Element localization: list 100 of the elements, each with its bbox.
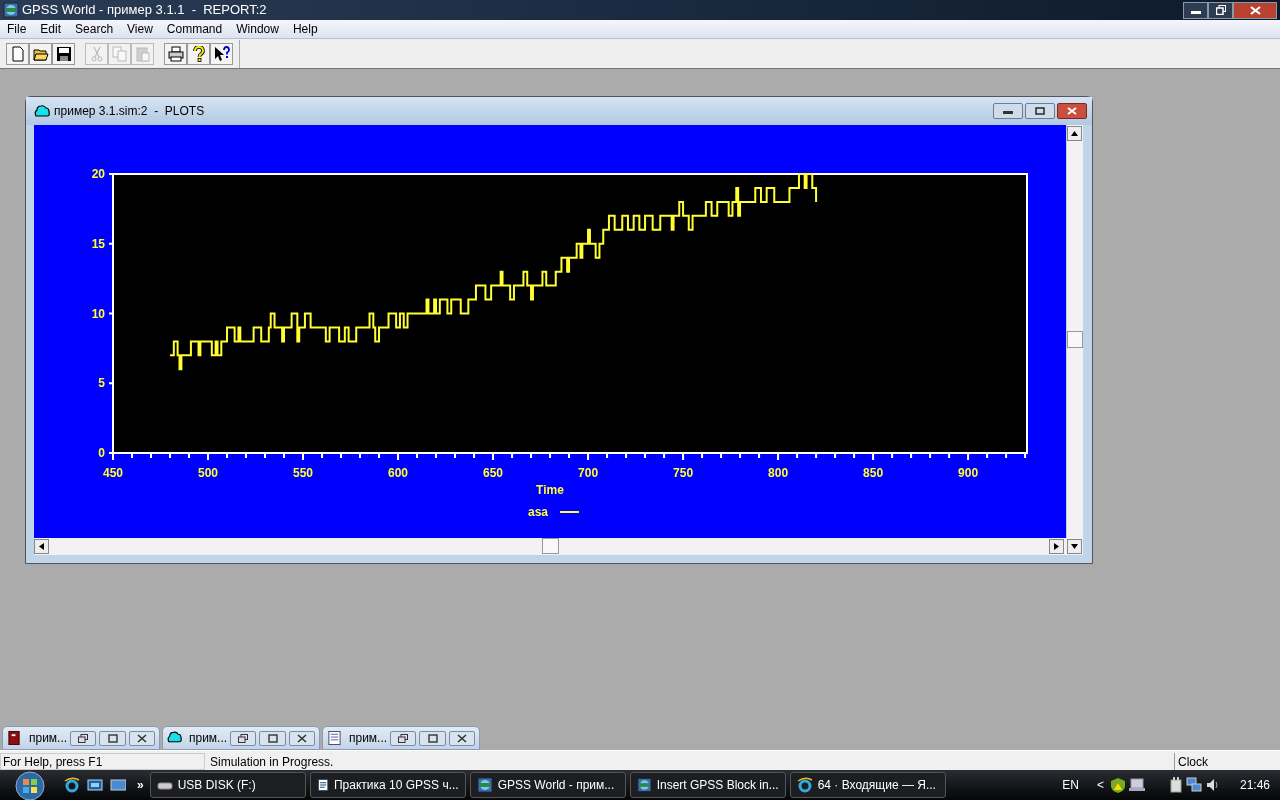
- clock-time: 21:46: [1239, 777, 1270, 794]
- x-tick-label: 500: [198, 466, 219, 480]
- close-button[interactable]: [288, 730, 315, 746]
- close-button[interactable]: [1233, 1, 1277, 19]
- restore-icon: [1215, 5, 1226, 15]
- network-icon[interactable]: [1185, 777, 1202, 793]
- cloud-icon: [34, 104, 50, 118]
- shield-warning-icon[interactable]: [1109, 777, 1126, 793]
- maximize-icon: [1035, 107, 1045, 115]
- close-button[interactable]: [448, 730, 475, 746]
- app-globe-icon: [636, 777, 652, 793]
- menu-item[interactable]: View: [120, 20, 160, 38]
- quick-launch-button[interactable]: [87, 777, 103, 793]
- menu-item[interactable]: Window: [229, 20, 286, 38]
- status-text: For Help, press F1: [0, 753, 205, 770]
- toolbar-button[interactable]: [29, 42, 52, 65]
- scroll-thumb[interactable]: [1067, 331, 1083, 348]
- document-icon: [327, 730, 342, 746]
- maximize-button[interactable]: [99, 730, 126, 746]
- minimize-button[interactable]: [993, 103, 1023, 119]
- close-icon: [136, 733, 147, 743]
- browser-icon: [796, 777, 813, 793]
- app-globe-icon: [3, 2, 19, 18]
- minimized-window[interactable]: прим...: [322, 726, 480, 750]
- power-plug-icon[interactable]: [1167, 777, 1184, 793]
- restore-button[interactable]: [70, 730, 97, 746]
- menu-item[interactable]: Search: [68, 20, 121, 38]
- taskbar-button[interactable]: Insert GPSS Block in...: [629, 772, 786, 798]
- menu-item[interactable]: Edit: [33, 20, 69, 38]
- desktop-icon: [110, 777, 126, 793]
- minimize-button[interactable]: [1183, 1, 1208, 19]
- x-axis-title: Time: [536, 483, 564, 497]
- windows-switch-icon: [87, 777, 103, 793]
- status-text: Simulation in Progress.: [209, 753, 335, 770]
- plot-window-title: пример 3.1.sim:2 - PLOTS: [54, 103, 205, 120]
- y-tick-label: 5: [98, 376, 105, 391]
- speaker-icon[interactable]: [1204, 777, 1221, 793]
- x-tick-label: 800: [768, 466, 789, 480]
- minimized-window-title: прим...: [188, 730, 228, 747]
- toolbar-button[interactable]: [210, 42, 233, 65]
- taskbar-button[interactable]: USB DISK (F:): [149, 772, 306, 798]
- restore-button[interactable]: [230, 730, 257, 746]
- x-tick-label: 550: [293, 466, 314, 480]
- printer-icon: [167, 45, 184, 62]
- laptop-icon[interactable]: [1128, 777, 1145, 793]
- scroll-down-icon: [1067, 539, 1082, 554]
- language-indicator[interactable]: EN: [1062, 776, 1079, 794]
- menu-item[interactable]: File: [0, 20, 34, 38]
- minimized-window[interactable]: прим...: [162, 726, 320, 750]
- x-tick-label: 700: [578, 466, 599, 480]
- restore-icon: [238, 733, 249, 743]
- question-mark-icon: [190, 45, 207, 62]
- scroll-thumb[interactable]: [542, 538, 559, 554]
- horizontal-scrollbar[interactable]: [34, 538, 1083, 555]
- quick-launch-button[interactable]: [64, 777, 80, 793]
- maximize-icon: [107, 733, 118, 743]
- toolbar-button[interactable]: [164, 42, 187, 65]
- y-tick-label: 15: [91, 236, 105, 251]
- y-tick-label: 0: [98, 446, 105, 460]
- restore-button[interactable]: [390, 730, 417, 746]
- minimized-window[interactable]: прим...: [2, 726, 160, 750]
- taskbar-button[interactable]: 64 · Входящие — Я...: [789, 772, 946, 798]
- maximize-icon: [267, 733, 278, 743]
- app-globe-icon: [476, 777, 493, 793]
- book-icon: [7, 730, 22, 746]
- maximize-button[interactable]: [419, 730, 446, 746]
- x-tick-label: 450: [103, 466, 123, 480]
- y-tick-label: 10: [91, 306, 105, 321]
- vertical-scrollbar[interactable]: [1066, 125, 1083, 538]
- maximize-button[interactable]: [259, 730, 286, 746]
- toolbar-button[interactable]: [187, 42, 210, 65]
- overflow-button[interactable]: »: [137, 776, 144, 794]
- x-tick-label: 900: [958, 466, 979, 480]
- maximize-button[interactable]: [1025, 103, 1055, 119]
- taskbar-button[interactable]: Практика 10 GPSS ч...: [309, 772, 466, 798]
- close-button[interactable]: [128, 730, 155, 746]
- scroll-up-icon: [1067, 126, 1082, 141]
- pointer-question-icon: [213, 45, 230, 62]
- x-tick-label: 650: [483, 466, 504, 480]
- close-icon: [1067, 107, 1077, 115]
- legend-label: asa: [528, 505, 548, 519]
- copy-pages-icon: [111, 45, 128, 62]
- close-button[interactable]: [1057, 103, 1087, 119]
- restore-button[interactable]: [1208, 1, 1233, 19]
- taskbar-button[interactable]: GPSS World - прим...: [469, 772, 626, 798]
- scissors-icon: [88, 45, 105, 62]
- scroll-left-icon: [34, 539, 49, 554]
- close-icon: [296, 733, 307, 743]
- menu-item[interactable]: Command: [159, 20, 230, 38]
- restore-icon: [78, 733, 89, 743]
- show-hidden-icons-button[interactable]: <: [1096, 776, 1104, 794]
- close-icon: [1249, 5, 1261, 15]
- browser-icon: [64, 777, 80, 793]
- menu-item[interactable]: Help: [285, 20, 325, 38]
- word-document-icon: [316, 777, 329, 793]
- new-document-icon: [9, 45, 26, 62]
- windows-logo-icon: [12, 770, 48, 800]
- maximize-icon: [427, 733, 438, 743]
- toolbar-button[interactable]: [52, 42, 75, 65]
- quick-launch-button[interactable]: [110, 777, 126, 793]
